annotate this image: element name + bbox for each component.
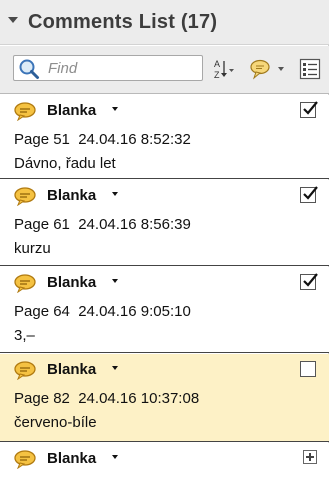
- comment-author: Blanka: [47, 450, 97, 467]
- comment-meta: Page 61 24.04.16 8:56:39: [14, 216, 191, 233]
- list-item[interactable]: Blanka Page 61 24.04.16 8:56:39 kurzu: [0, 180, 329, 266]
- comment-checkbox[interactable]: [300, 186, 318, 203]
- panel-title: Comments List (17): [28, 11, 218, 33]
- comment-text: červeno-bíle: [14, 414, 97, 431]
- author-menu-chevron-icon[interactable]: [112, 455, 118, 459]
- search-input[interactable]: [48, 59, 198, 78]
- comment-filter-icon: [250, 59, 270, 80]
- list-item[interactable]: Blanka Page 64 24.04.16 9:05:10 3,–: [0, 267, 329, 353]
- comment-author: Blanka: [47, 274, 97, 291]
- comment-bubble-icon: [14, 102, 36, 121]
- comment-text: kurzu: [14, 240, 51, 257]
- comment-meta: Page 51 24.04.16 8:52:32: [14, 131, 191, 148]
- svg-text:A: A: [214, 59, 220, 69]
- comments-list-header[interactable]: Comments List (17): [0, 0, 329, 45]
- author-menu-chevron-icon[interactable]: [112, 366, 118, 370]
- comment-bubble-icon: [14, 361, 36, 380]
- list-options-icon: [299, 58, 321, 80]
- sort-az-icon: A Z: [214, 59, 234, 80]
- comment-author: Blanka: [47, 102, 97, 119]
- comment-bubble-icon: [14, 187, 36, 206]
- comment-bubble-icon: [14, 274, 36, 293]
- search-box[interactable]: [13, 55, 203, 81]
- collapse-triangle-icon[interactable]: [8, 17, 18, 23]
- list-item[interactable]: Blanka: [0, 443, 329, 478]
- author-menu-chevron-icon[interactable]: [112, 192, 118, 196]
- checkmark-icon: [303, 273, 318, 287]
- comment-text: Dávno, řadu let: [14, 155, 116, 172]
- search-icon: [19, 59, 39, 79]
- checkmark-icon: [303, 101, 318, 115]
- filter-button[interactable]: [248, 57, 288, 81]
- comment-author: Blanka: [47, 187, 97, 204]
- comment-author: Blanka: [47, 361, 97, 378]
- sort-button[interactable]: A Z: [213, 57, 237, 81]
- comment-checkbox[interactable]: [300, 361, 316, 377]
- svg-text:Z: Z: [214, 70, 220, 80]
- chevron-down-icon: [278, 67, 284, 71]
- author-menu-chevron-icon[interactable]: [112, 107, 118, 111]
- comment-checkbox[interactable]: [300, 101, 318, 118]
- comment-meta: Page 64 24.04.16 9:05:10: [14, 303, 191, 320]
- options-button[interactable]: [298, 57, 322, 81]
- comment-bubble-icon: [14, 450, 36, 469]
- list-item-selected[interactable]: Blanka Page 82 24.04.16 10:37:08 červeno…: [0, 354, 329, 442]
- comment-text: 3,–: [14, 327, 35, 344]
- author-menu-chevron-icon[interactable]: [112, 279, 118, 283]
- comments-toolbar: A Z: [0, 46, 329, 94]
- checkmark-icon: [303, 186, 318, 200]
- list-item[interactable]: Blanka Page 51 24.04.16 8:52:32 Dávno, ř…: [0, 95, 329, 179]
- comment-checkbox[interactable]: [300, 273, 318, 290]
- expand-plus-icon[interactable]: [303, 450, 317, 464]
- comments-panel: Comments List (17) A Z: [0, 0, 329, 478]
- comment-meta: Page 82 24.04.16 10:37:08: [14, 390, 200, 407]
